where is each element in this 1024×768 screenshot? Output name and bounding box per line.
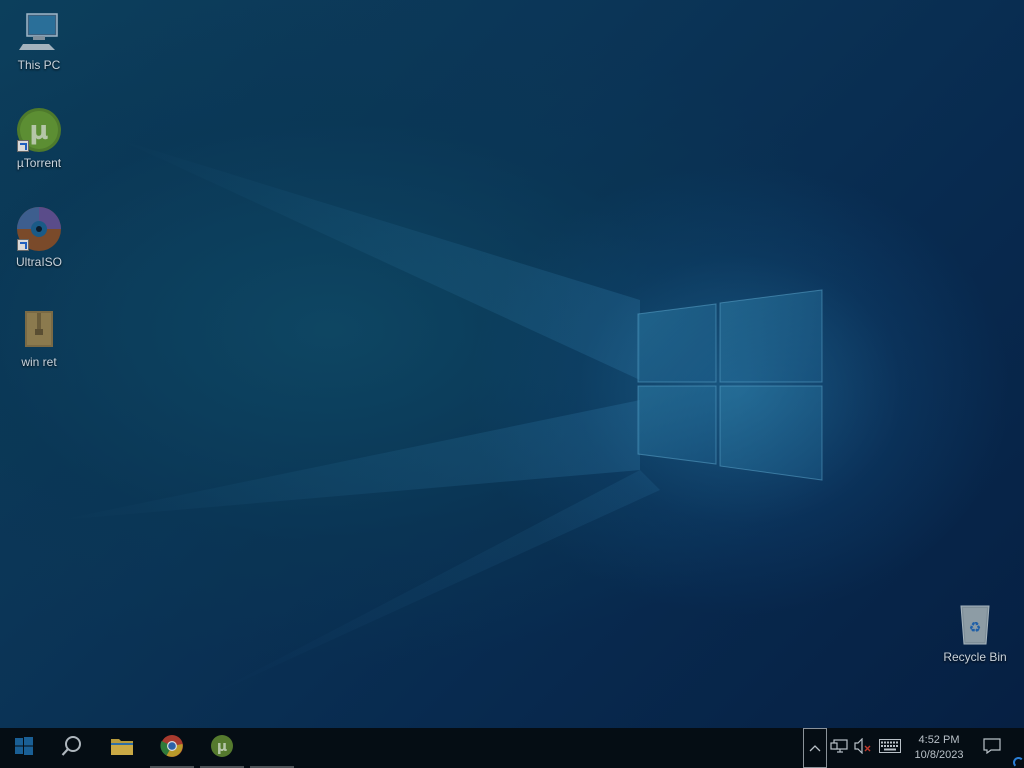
wallpaper-windows-logo	[637, 289, 823, 481]
desktop-icon-this-pc[interactable]: This PC	[1, 8, 77, 72]
chevron-up-icon	[809, 739, 821, 757]
archive-icon	[15, 305, 63, 353]
recycle-bin-icon: ♻	[951, 600, 999, 648]
network-icon	[830, 738, 848, 759]
svg-text:µ: µ	[29, 116, 48, 146]
svg-text:µ: µ	[217, 739, 227, 755]
tray-volume-button[interactable]	[851, 728, 875, 768]
svg-text:♻: ♻	[969, 620, 982, 636]
desktop-icon-label: win ret	[21, 355, 57, 369]
desktop[interactable]: This PC µ µTorrent UltraISO win ret ♻ Re…	[0, 0, 1024, 768]
taskbar-chrome[interactable]	[148, 728, 196, 768]
tray-overflow-button[interactable]	[803, 728, 827, 768]
desktop-icon-label: µTorrent	[16, 156, 62, 170]
tray-touch-keyboard-button[interactable]	[877, 728, 903, 768]
utorrent-icon: µ	[15, 106, 63, 154]
desktop-icon-ultraiso[interactable]: UltraISO	[1, 205, 77, 269]
clock-time: 4:52 PM	[918, 734, 960, 746]
ultraiso-disc-icon	[15, 205, 63, 253]
taskbar-clock[interactable]: 4:52 PM 10/8/2023	[904, 728, 974, 768]
volume-muted-icon	[854, 737, 872, 759]
clock-date: 10/8/2023	[914, 749, 964, 761]
taskbar-file-explorer[interactable]	[98, 728, 146, 768]
search-button[interactable]	[48, 728, 96, 768]
desktop-icon-label: Recycle Bin	[943, 650, 1007, 664]
taskbar-empty-slot	[248, 728, 296, 768]
start-button[interactable]	[0, 728, 48, 768]
taskbar-utorrent[interactable]: µ	[198, 728, 246, 768]
desktop-icon-recycle-bin[interactable]: ♻ Recycle Bin	[937, 600, 1013, 664]
folder-icon	[110, 736, 134, 761]
wallpaper-light-rays	[60, 140, 660, 700]
desktop-icon-win-ret[interactable]: win ret	[1, 305, 77, 369]
taskbar: µ 4:52 PM 10/8/2023	[0, 728, 1024, 768]
shortcut-arrow-icon	[17, 239, 29, 251]
desktop-icon-label: This PC	[17, 58, 61, 72]
desktop-icon-label: UltraISO	[15, 255, 62, 269]
windows-start-icon	[15, 736, 33, 760]
action-center-button[interactable]	[978, 728, 1006, 768]
utorrent-icon: µ	[210, 734, 234, 763]
action-center-icon	[983, 737, 1001, 759]
chrome-icon	[160, 734, 184, 763]
loading-indicator-icon	[1013, 757, 1024, 768]
computer-icon	[15, 8, 63, 56]
shortcut-arrow-icon	[17, 140, 29, 152]
search-icon	[61, 735, 83, 762]
desktop-icon-utorrent[interactable]: µ µTorrent	[1, 106, 77, 170]
touch-keyboard-icon	[879, 738, 901, 758]
tray-network-button[interactable]	[828, 728, 850, 768]
